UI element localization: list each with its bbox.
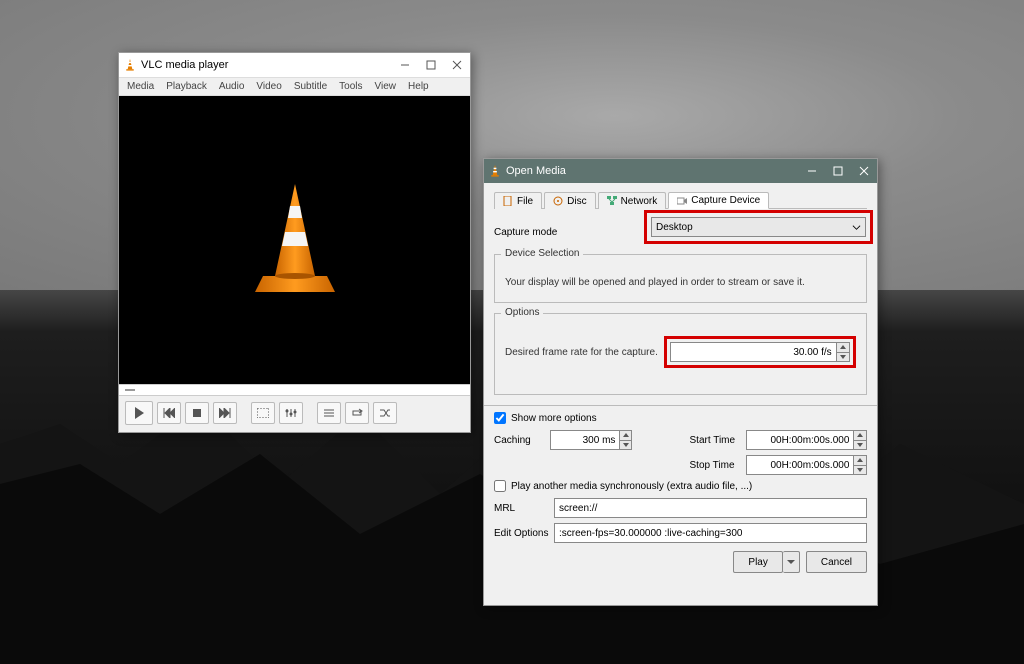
stop-time-label: Stop Time bbox=[690, 460, 746, 471]
dialog-minimize-button[interactable] bbox=[799, 160, 825, 182]
dialog-title: Open Media bbox=[506, 165, 799, 177]
vlc-cone-icon bbox=[488, 164, 502, 178]
spin-up-icon[interactable] bbox=[854, 431, 866, 441]
show-more-label: Show more options bbox=[511, 413, 597, 424]
start-time-input[interactable] bbox=[747, 432, 854, 448]
framerate-spinbox[interactable] bbox=[670, 342, 850, 362]
framerate-label: Desired frame rate for the capture. bbox=[505, 347, 664, 358]
menu-playback[interactable]: Playback bbox=[166, 81, 207, 92]
main-title: VLC media player bbox=[141, 59, 392, 71]
prev-button[interactable] bbox=[157, 402, 181, 424]
close-button[interactable] bbox=[444, 54, 470, 76]
menu-view[interactable]: View bbox=[375, 81, 397, 92]
device-selection-legend: Device Selection bbox=[501, 248, 583, 259]
vlc-cone-icon bbox=[123, 58, 137, 72]
start-time-label: Start Time bbox=[690, 435, 746, 446]
minimize-button[interactable] bbox=[392, 54, 418, 76]
dialog-titlebar[interactable]: Open Media bbox=[484, 159, 877, 183]
edit-options-label: Edit Options bbox=[494, 528, 554, 539]
stop-button[interactable] bbox=[185, 402, 209, 424]
framerate-input[interactable] bbox=[671, 344, 836, 360]
player-controls bbox=[119, 396, 470, 430]
open-media-dialog: Open Media File Disc Network Capture Dev… bbox=[483, 158, 878, 606]
framerate-highlight bbox=[664, 336, 856, 368]
mrl-input[interactable] bbox=[554, 498, 867, 518]
spin-up-icon[interactable] bbox=[620, 431, 631, 441]
tab-network[interactable]: Network bbox=[598, 192, 667, 209]
spin-down-icon[interactable] bbox=[854, 466, 866, 475]
sync-checkbox-input[interactable] bbox=[494, 480, 506, 492]
caching-input[interactable] bbox=[551, 432, 619, 448]
capture-mode-highlight: Desktop bbox=[644, 210, 873, 244]
spin-up-icon[interactable] bbox=[837, 343, 849, 353]
start-time-spinbox[interactable] bbox=[746, 430, 868, 450]
cancel-button[interactable]: Cancel bbox=[806, 551, 867, 573]
caching-spinbox[interactable] bbox=[550, 430, 632, 450]
menu-help[interactable]: Help bbox=[408, 81, 429, 92]
show-more-checkbox-input[interactable] bbox=[494, 412, 506, 424]
next-button[interactable] bbox=[213, 402, 237, 424]
menu-audio[interactable]: Audio bbox=[219, 81, 245, 92]
device-selection-text: Your display will be opened and played i… bbox=[505, 277, 856, 288]
capture-mode-label: Capture mode bbox=[494, 227, 644, 238]
options-legend: Options bbox=[501, 307, 543, 318]
spin-down-icon[interactable] bbox=[837, 353, 849, 362]
stop-time-input[interactable] bbox=[747, 457, 854, 473]
play-button[interactable]: Play bbox=[733, 551, 782, 573]
menu-tools[interactable]: Tools bbox=[339, 81, 362, 92]
video-area bbox=[119, 96, 470, 384]
show-more-options-checkbox[interactable]: Show more options bbox=[494, 412, 867, 424]
chevron-down-icon bbox=[852, 223, 861, 232]
maximize-button[interactable] bbox=[418, 54, 444, 76]
sync-label: Play another media synchronously (extra … bbox=[511, 481, 752, 492]
playlist-button[interactable] bbox=[317, 402, 341, 424]
main-titlebar[interactable]: VLC media player bbox=[119, 53, 470, 78]
spin-down-icon[interactable] bbox=[620, 441, 631, 450]
dialog-maximize-button[interactable] bbox=[825, 160, 851, 182]
chevron-down-icon bbox=[787, 558, 795, 566]
stop-time-spinbox[interactable] bbox=[746, 455, 868, 475]
spin-up-icon[interactable] bbox=[854, 456, 866, 466]
ext-settings-button[interactable] bbox=[279, 402, 303, 424]
play-dropdown-button[interactable] bbox=[783, 551, 800, 573]
options-group: Options Desired frame rate for the captu… bbox=[494, 313, 867, 395]
random-button[interactable] bbox=[373, 402, 397, 424]
capture-mode-value: Desktop bbox=[656, 222, 693, 233]
menu-media[interactable]: Media bbox=[127, 81, 154, 92]
fullscreen-button[interactable] bbox=[251, 402, 275, 424]
mrl-label: MRL bbox=[494, 503, 554, 514]
device-selection-group: Device Selection Your display will be op… bbox=[494, 254, 867, 303]
seek-bar[interactable] bbox=[119, 384, 470, 396]
menu-subtitle[interactable]: Subtitle bbox=[294, 81, 327, 92]
vlc-main-window: VLC media player Media Playback Audio Vi… bbox=[118, 52, 471, 433]
dialog-close-button[interactable] bbox=[851, 160, 877, 182]
loop-button[interactable] bbox=[345, 402, 369, 424]
tabs: File Disc Network Capture Device bbox=[494, 191, 867, 209]
menu-bar: Media Playback Audio Video Subtitle Tool… bbox=[119, 78, 470, 96]
edit-options-input[interactable] bbox=[554, 523, 867, 543]
menu-video[interactable]: Video bbox=[256, 81, 281, 92]
tab-capture-device[interactable]: Capture Device bbox=[668, 192, 769, 209]
capture-mode-select[interactable]: Desktop bbox=[651, 217, 866, 237]
sync-media-checkbox[interactable]: Play another media synchronously (extra … bbox=[494, 480, 867, 492]
tab-file[interactable]: File bbox=[494, 192, 542, 209]
vlc-logo-cone-icon bbox=[251, 180, 339, 300]
caching-label: Caching bbox=[494, 435, 550, 446]
spin-down-icon[interactable] bbox=[854, 441, 866, 450]
play-button[interactable] bbox=[125, 401, 153, 425]
tab-disc[interactable]: Disc bbox=[544, 192, 595, 209]
